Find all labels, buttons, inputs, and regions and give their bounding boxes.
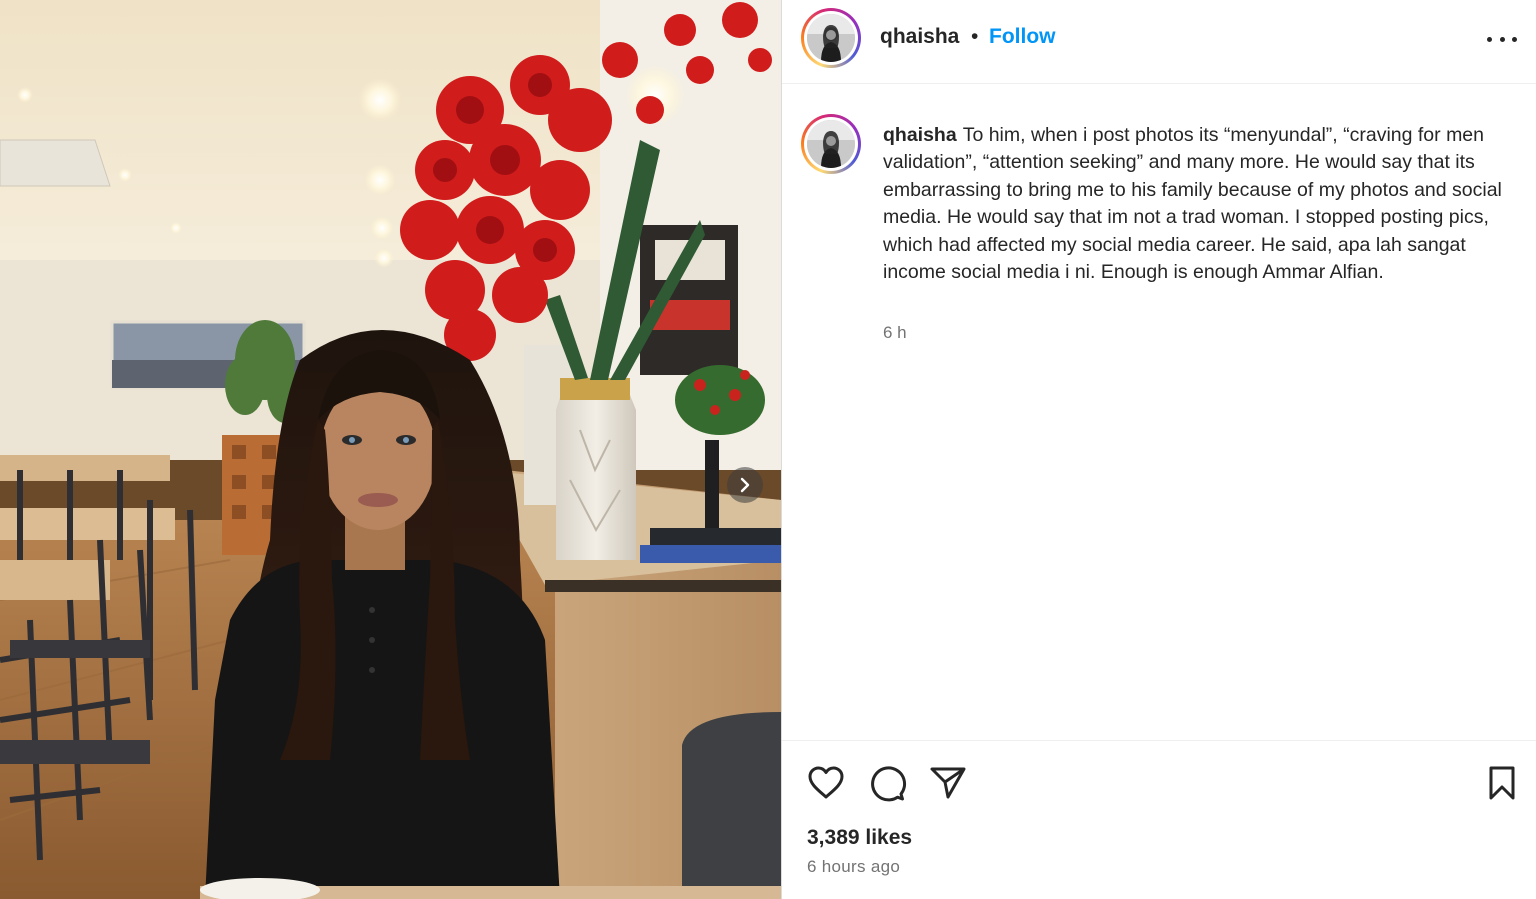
next-photo-button[interactable] <box>727 467 763 503</box>
post-photo[interactable] <box>0 0 781 899</box>
caption-body: To him, when i post photos its “menyunda… <box>883 124 1502 284</box>
header-separator: • <box>971 25 979 48</box>
profile-photo <box>807 120 855 168</box>
follow-button[interactable]: Follow <box>989 25 1056 49</box>
more-options-icon[interactable] <box>1487 27 1517 51</box>
avatar[interactable] <box>801 8 861 68</box>
caption-username[interactable]: qhaisha <box>883 124 957 146</box>
post-actions: 3,389 likes 6 hours ago <box>782 740 1536 899</box>
post-sidebar: qhaisha • Follow qhaisha To him, when i … <box>781 0 1536 899</box>
bookmark-icon <box>1489 766 1515 800</box>
post-date[interactable]: 6 hours ago <box>807 857 900 877</box>
chevron-right-icon <box>740 477 750 493</box>
post-header: qhaisha • Follow <box>782 0 1536 84</box>
save-button[interactable] <box>1482 763 1522 803</box>
heart-icon <box>808 766 844 799</box>
like-button[interactable] <box>806 763 846 803</box>
header-username[interactable]: qhaisha <box>880 25 959 49</box>
comment-icon <box>871 766 907 802</box>
profile-photo <box>807 14 855 62</box>
caption-timestamp[interactable]: 6 h <box>883 323 907 343</box>
caption-text-block: qhaisha To him, when i post photos its “m… <box>883 122 1523 286</box>
comment-button[interactable] <box>867 763 907 803</box>
share-icon <box>930 767 966 799</box>
photo-illustration <box>0 0 781 899</box>
share-button[interactable] <box>928 763 968 803</box>
avatar[interactable] <box>801 114 861 174</box>
likes-count[interactable]: 3,389 likes <box>807 826 912 850</box>
post-caption: qhaisha To him, when i post photos its “m… <box>782 84 1536 740</box>
